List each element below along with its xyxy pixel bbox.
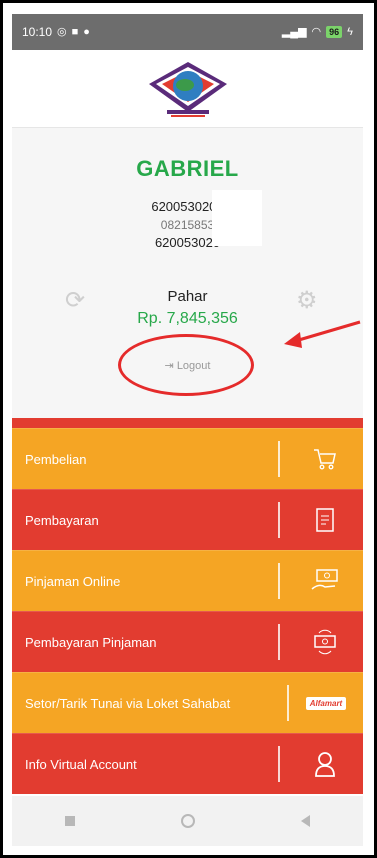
profile-section: GABRIEL 6200530200 08215853 620053020 ⟳ … bbox=[12, 128, 363, 430]
recent-apps-button[interactable] bbox=[65, 816, 75, 826]
android-nav-bar bbox=[12, 796, 363, 846]
redaction-box bbox=[212, 190, 262, 246]
app-notification-icon: ● bbox=[83, 25, 90, 38]
receipt-icon bbox=[305, 506, 345, 534]
menu-item-label: Pinjaman Online bbox=[25, 573, 121, 589]
status-time: 10:10 bbox=[22, 25, 53, 39]
menu-item-pembayaran[interactable]: Pembayaran bbox=[12, 489, 363, 550]
menu-divider bbox=[278, 563, 280, 599]
menu-divider bbox=[278, 624, 280, 660]
user-icon bbox=[305, 750, 345, 778]
menu-item-pembayaran-pinjaman[interactable]: Pembayaran Pinjaman bbox=[12, 611, 363, 672]
balance-label: Pahar bbox=[167, 288, 208, 305]
menu-item-label: Setor/Tarik Tunai via Loket Sahabat bbox=[25, 695, 231, 711]
account-info: 6200530200 08215853 620053020 bbox=[12, 198, 363, 252]
app-header bbox=[12, 50, 363, 128]
account-number-secondary: 620053020 bbox=[154, 235, 221, 250]
menu-divider bbox=[278, 746, 280, 782]
menu-divider bbox=[278, 502, 280, 538]
phone-screen: 10:10 ◎ ■ ● ▂▄▆ ◠ 96 ϟ GABRIEL 620053020… bbox=[12, 14, 363, 846]
cash-cycle-icon bbox=[305, 628, 345, 656]
menu-item-setor-tarik-tunai[interactable]: Setor/Tarik Tunai via Loket Sahabat Alfa… bbox=[12, 672, 363, 733]
menu-item-label: Pembayaran bbox=[25, 512, 99, 528]
back-button[interactable] bbox=[301, 815, 310, 827]
cart-icon bbox=[305, 447, 345, 471]
video-icon: ■ bbox=[71, 25, 79, 38]
user-name: GABRIEL bbox=[136, 156, 239, 181]
battery-icon: 96 bbox=[326, 26, 343, 38]
app-logo bbox=[148, 61, 227, 117]
menu-item-label: Pembayaran Pinjaman bbox=[25, 634, 157, 650]
alfamart-logo: Alfamart bbox=[301, 696, 351, 710]
signal-icon: ▂▄▆ bbox=[281, 25, 307, 38]
menu-top-strip bbox=[12, 418, 363, 428]
annotation-circle bbox=[118, 334, 254, 396]
money-hand-icon bbox=[305, 567, 345, 595]
whatsapp-icon: ◎ bbox=[57, 25, 67, 38]
wifi-icon: ◠ bbox=[311, 25, 322, 38]
phone-number: 08215853 bbox=[160, 218, 215, 232]
menu-item-info-virtual-account[interactable]: Info Virtual Account bbox=[12, 733, 363, 794]
main-menu: Pembelian Pembayaran Pinjaman Online Pem… bbox=[12, 428, 363, 794]
menu-divider bbox=[278, 441, 280, 477]
annotation-arrow bbox=[284, 320, 361, 348]
status-bar: 10:10 ◎ ■ ● ▂▄▆ ◠ 96 ϟ bbox=[12, 14, 363, 50]
home-button[interactable] bbox=[181, 814, 195, 828]
menu-item-label: Info Virtual Account bbox=[25, 756, 137, 772]
charging-icon: ϟ bbox=[347, 25, 353, 38]
account-number: 6200530200 bbox=[151, 199, 224, 214]
menu-item-pinjaman-online[interactable]: Pinjaman Online bbox=[12, 550, 363, 611]
alfamart-logo-text: Alfamart bbox=[305, 696, 347, 710]
menu-divider bbox=[287, 685, 289, 721]
menu-item-pembelian[interactable]: Pembelian bbox=[12, 428, 363, 489]
menu-item-label: Pembelian bbox=[25, 451, 87, 467]
